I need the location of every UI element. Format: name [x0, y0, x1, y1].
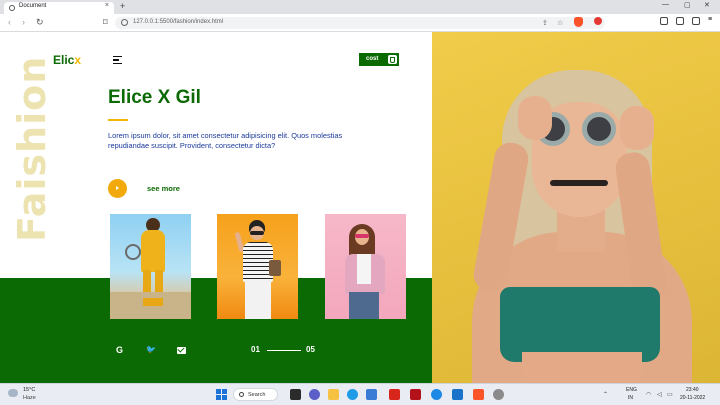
- extensions-icon[interactable]: [660, 17, 668, 25]
- maximize-button[interactable]: ▢: [684, 1, 691, 9]
- battery-icon[interactable]: ▭: [667, 391, 673, 398]
- windows-start-icon[interactable]: [216, 389, 227, 400]
- weather-temperature[interactable]: 15°C: [23, 387, 35, 393]
- back-button[interactable]: ‹: [8, 17, 11, 27]
- model-choker: [550, 180, 608, 186]
- search-label: Search: [248, 392, 266, 398]
- fashion-card-pink-blazer[interactable]: [325, 214, 406, 319]
- sidebar-icon[interactable]: [676, 17, 684, 25]
- acrobat-icon[interactable]: [389, 389, 400, 400]
- google-icon[interactable]: G: [116, 345, 123, 355]
- cost-button[interactable]: cost: [359, 53, 399, 66]
- task-view-icon[interactable]: [290, 389, 301, 400]
- web-page: Elicx cost Faishion Elice X Gil Lorem ip…: [0, 32, 720, 383]
- taskbar-search[interactable]: Search: [233, 388, 278, 401]
- title-underline: [108, 119, 128, 121]
- weather-condition[interactable]: Haze: [23, 395, 36, 401]
- hamburger-menu-icon[interactable]: [113, 56, 122, 64]
- edge-icon[interactable]: [347, 389, 358, 400]
- mcafee-icon[interactable]: [410, 389, 421, 400]
- bag-icon: [388, 55, 397, 64]
- brave-shield-icon[interactable]: [574, 17, 583, 27]
- browser-tab[interactable]: Document ×: [4, 2, 114, 14]
- store-icon[interactable]: [366, 389, 377, 400]
- new-tab-button[interactable]: +: [120, 1, 125, 11]
- site-info-icon[interactable]: [121, 19, 128, 26]
- share-icon[interactable]: ⇪: [542, 19, 548, 27]
- slide-current: 01: [251, 345, 260, 354]
- hero-title: Elice X Gil: [108, 87, 201, 108]
- cost-label: cost: [366, 56, 379, 62]
- globe-icon: [9, 5, 15, 11]
- tab-close-icon[interactable]: ×: [105, 2, 109, 9]
- fashion-card-striped-shirt[interactable]: [217, 214, 298, 319]
- wifi-icon[interactable]: ◠: [646, 391, 651, 398]
- chrome-icon[interactable]: [431, 389, 442, 400]
- model-midriff: [522, 352, 642, 383]
- close-window-button[interactable]: ✕: [704, 1, 710, 9]
- menu-icon[interactable]: ≡: [708, 16, 716, 25]
- clock-date[interactable]: 20-11-2022: [680, 395, 705, 401]
- wallet-icon[interactable]: [692, 17, 700, 25]
- hero-description: Lorem ipsum dolor, sit amet consectetur …: [108, 131, 343, 150]
- tray-region[interactable]: IN: [628, 395, 633, 401]
- mail-icon[interactable]: [177, 347, 186, 354]
- browser-tab-strip: Document × + — ▢ ✕: [0, 0, 720, 14]
- fashion-card-yellow-outfit[interactable]: [110, 214, 191, 319]
- forward-button[interactable]: ›: [22, 17, 25, 27]
- address-bar[interactable]: 127.0.0.1:5500/fashion/index.html ⇪ ☆: [115, 17, 605, 29]
- tab-title: Document: [19, 3, 47, 9]
- vertical-brand-word: Faishion: [10, 55, 54, 242]
- minimize-button[interactable]: —: [662, 1, 669, 8]
- slide-progress-line: [267, 350, 301, 352]
- browser-toolbar: ‹ › ↻ ⌑ 127.0.0.1:5500/fashion/index.htm…: [0, 14, 720, 32]
- app-icon[interactable]: [493, 389, 504, 400]
- model-left-hand: [518, 96, 552, 140]
- clock-time[interactable]: 23:40: [686, 387, 699, 393]
- model-right-hand: [620, 106, 654, 150]
- file-explorer-icon[interactable]: [328, 389, 339, 400]
- volume-icon[interactable]: ◁: [657, 391, 662, 398]
- search-icon: [239, 392, 244, 397]
- sunglasses-right-lens: [582, 112, 616, 146]
- logo-text: Elic: [53, 53, 75, 67]
- see-more-link[interactable]: see more: [147, 184, 180, 193]
- tray-language[interactable]: ENG: [626, 387, 637, 393]
- hero-section: Elicx cost Faishion Elice X Gil Lorem ip…: [0, 32, 432, 383]
- tray-chevron-icon[interactable]: ⌃: [603, 391, 608, 398]
- address-url[interactable]: 127.0.0.1:5500/fashion/index.html: [133, 19, 223, 25]
- windows-taskbar: 15°C Haze Search ⌃ ENG IN ◠ ◁ ▭ 23:40 20…: [0, 383, 720, 405]
- brave-rewards-icon[interactable]: [594, 17, 602, 25]
- brave-icon[interactable]: [473, 389, 484, 400]
- bookmark-icon[interactable]: ⌑: [103, 17, 108, 28]
- reload-button[interactable]: ↻: [36, 17, 44, 28]
- site-logo[interactable]: Elicx: [53, 53, 81, 67]
- logo-accent-text: x: [74, 53, 82, 67]
- slide-total: 05: [306, 345, 315, 354]
- twitter-icon[interactable]: 🐦: [146, 345, 156, 354]
- hero-photo: [432, 32, 720, 383]
- bookmark-star-icon[interactable]: ☆: [557, 19, 563, 27]
- model-green-top: [500, 287, 660, 362]
- vscode-icon[interactable]: [452, 389, 463, 400]
- teams-icon[interactable]: [309, 389, 320, 400]
- weather-icon[interactable]: [8, 389, 18, 397]
- play-button[interactable]: [108, 179, 127, 198]
